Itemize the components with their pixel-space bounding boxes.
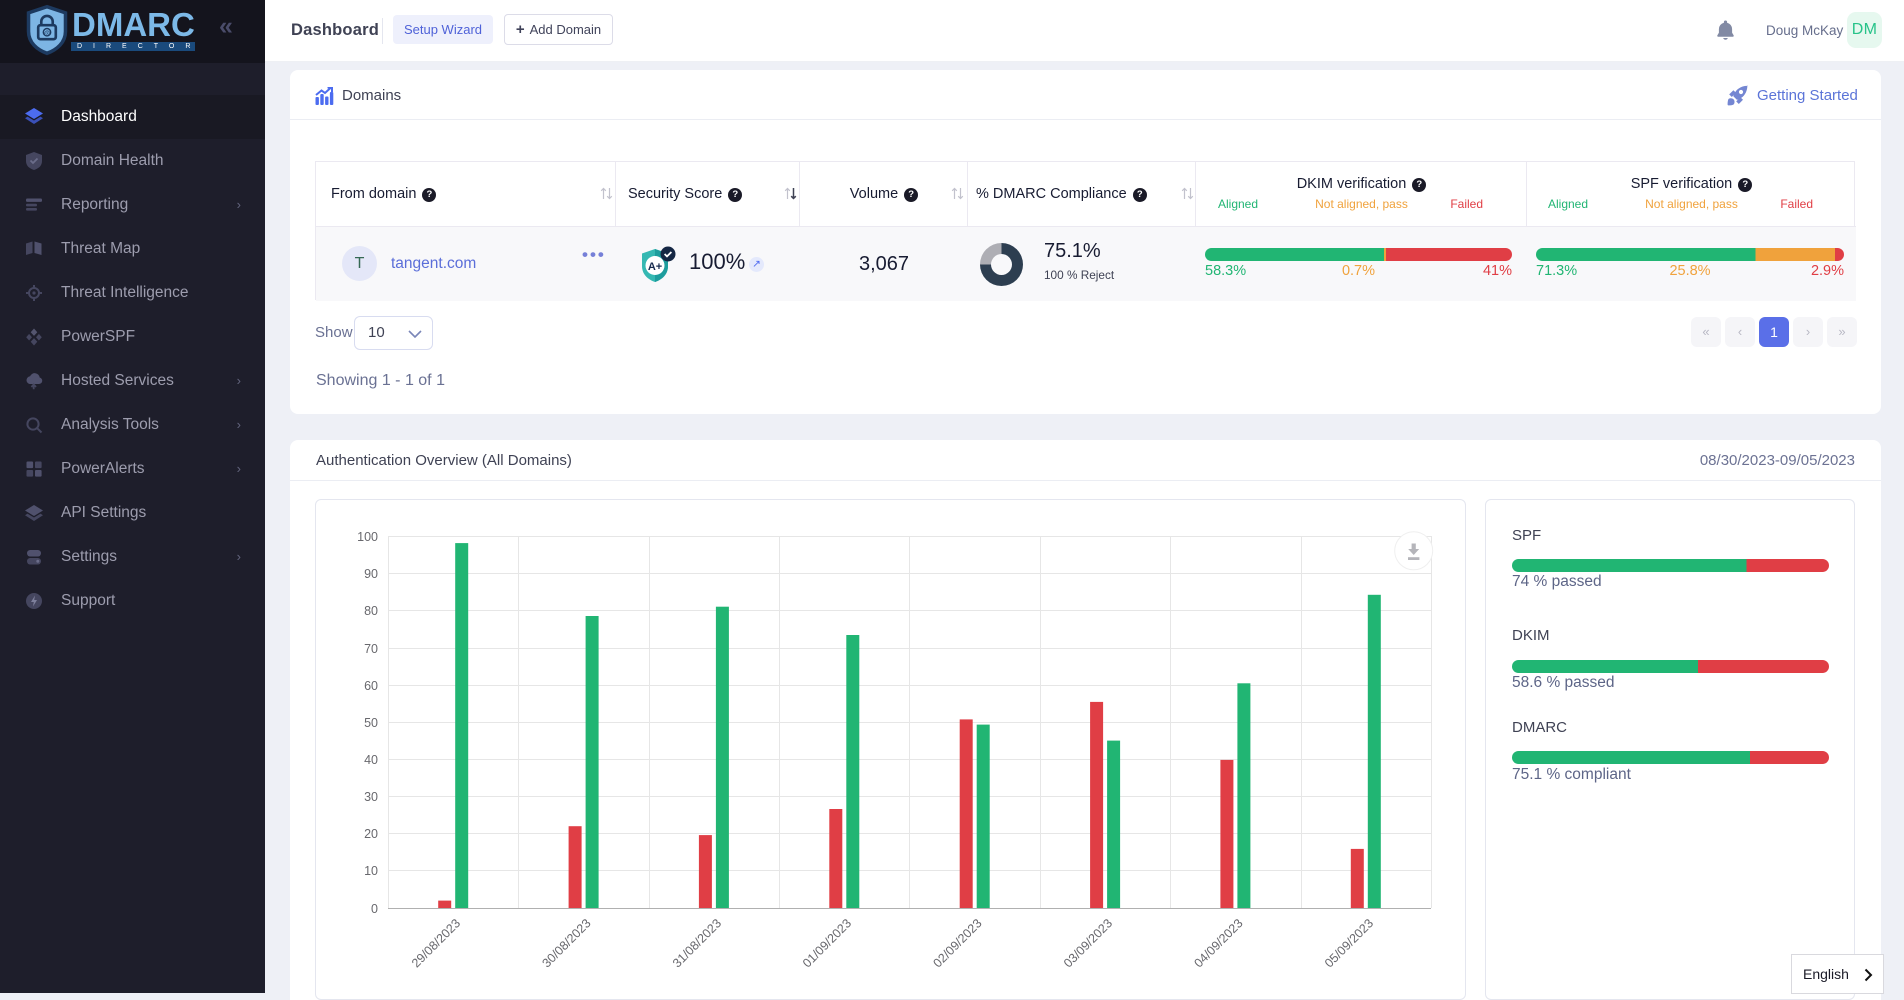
svg-text:60: 60 (364, 679, 378, 693)
svg-text:40: 40 (364, 753, 378, 767)
svg-text:20: 20 (364, 827, 378, 841)
svg-text:80: 80 (364, 604, 378, 618)
svg-text:30/08/2023: 30/08/2023 (539, 916, 593, 970)
svg-text:03/09/2023: 03/09/2023 (1061, 916, 1115, 970)
svg-text:30: 30 (364, 790, 378, 804)
svg-text:04/09/2023: 04/09/2023 (1191, 916, 1245, 970)
svg-text:A+: A+ (648, 261, 662, 273)
svg-text:100: 100 (357, 530, 378, 544)
svg-text:05/09/2023: 05/09/2023 (1322, 916, 1376, 970)
svg-text:02/09/2023: 02/09/2023 (930, 916, 984, 970)
svg-text:50: 50 (364, 716, 378, 730)
svg-text:10: 10 (364, 864, 378, 878)
svg-text:31/08/2023: 31/08/2023 (670, 916, 724, 970)
svg-text:01/09/2023: 01/09/2023 (800, 916, 854, 970)
svg-text:70: 70 (364, 642, 378, 656)
svg-text:0: 0 (371, 902, 378, 916)
svg-text:29/08/2023: 29/08/2023 (409, 916, 463, 970)
svg-text:90: 90 (364, 567, 378, 581)
svg-text:@: @ (44, 30, 50, 37)
